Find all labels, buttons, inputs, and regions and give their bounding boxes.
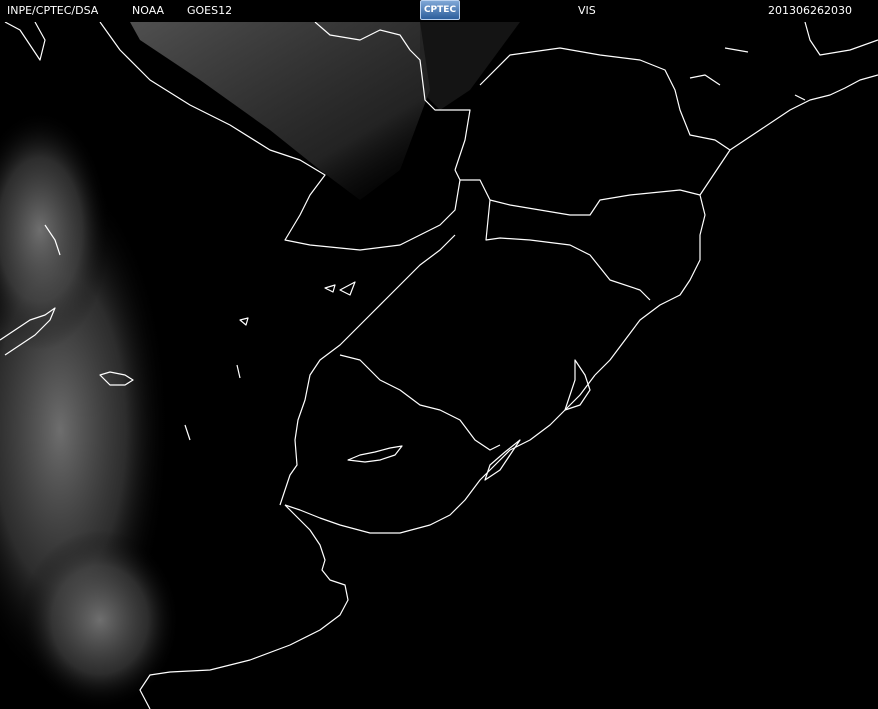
- map-svg: [0, 22, 878, 709]
- cptec-logo: CPTEC: [420, 0, 460, 20]
- satellite-label: GOES12: [187, 4, 233, 17]
- agency-label: INPE/CPTEC/DSA: [7, 4, 99, 17]
- channel-label: VIS: [578, 4, 596, 17]
- source-label: NOAA: [132, 4, 165, 17]
- timestamp-label: 201306262030: [768, 4, 852, 17]
- image-header: INPE/CPTEC/DSA NOAA GOES12 CPTEC VIS 201…: [0, 0, 878, 22]
- satellite-image: [0, 22, 878, 709]
- cloud-layer: [0, 22, 520, 709]
